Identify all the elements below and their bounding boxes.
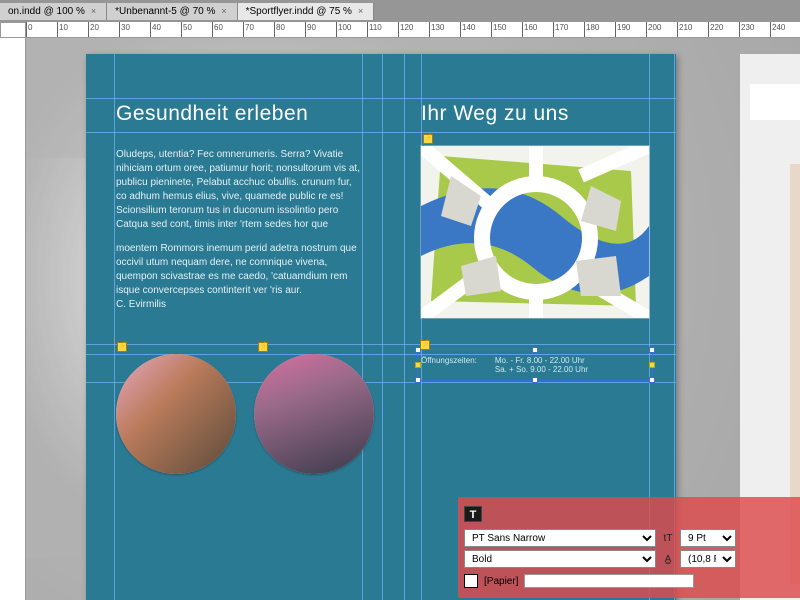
opening-lines: Mo. - Fr. 8.00 - 22.00 Uhr Sa. + So. 9.0… bbox=[495, 356, 588, 374]
leading-icon: A͇ bbox=[660, 551, 676, 567]
headline-left[interactable]: Gesundheit erleben bbox=[116, 102, 308, 126]
ruler-vertical[interactable] bbox=[0, 38, 26, 600]
body-sig: C. Evirmilis bbox=[116, 298, 362, 312]
tab-1[interactable]: on.indd @ 100 % × bbox=[0, 3, 107, 20]
opening-line-2: Sa. + So. 9.00 - 22.00 Uhr bbox=[495, 365, 588, 374]
font-size-icon: tT bbox=[660, 530, 676, 546]
tab-2[interactable]: *Unbenannt-5 @ 70 % × bbox=[107, 3, 237, 20]
link-badge-icon[interactable]: ⚡ bbox=[423, 134, 433, 144]
opening-times-frame[interactable]: Öffnungszeiten: Mo. - Fr. 8.00 - 22.00 U… bbox=[421, 356, 649, 374]
tab-label: *Unbenannt-5 @ 70 % bbox=[115, 6, 215, 17]
font-size-select[interactable]: 9 Pt bbox=[680, 529, 736, 547]
tab-label: on.indd @ 100 % bbox=[8, 6, 85, 17]
circle-image-1[interactable] bbox=[116, 354, 236, 474]
body-p2: moentem Rommors inemum perid adetra nost… bbox=[116, 242, 362, 298]
fill-swatch[interactable] bbox=[464, 574, 478, 588]
close-icon[interactable]: × bbox=[356, 6, 365, 16]
right-banner[interactable]: WIR MACH bbox=[750, 84, 800, 120]
font-family-select[interactable]: PT Sans Narrow bbox=[464, 529, 656, 547]
type-tool-icon-row: T bbox=[464, 505, 800, 523]
circle-image-2[interactable] bbox=[254, 354, 374, 474]
link-badge-icon[interactable]: ⚡ bbox=[117, 342, 127, 352]
close-icon[interactable]: × bbox=[89, 6, 98, 16]
map-graphic[interactable] bbox=[421, 146, 649, 318]
link-badge-icon[interactable]: ⚡ bbox=[420, 340, 430, 350]
type-tool-icon[interactable]: T bbox=[464, 506, 482, 522]
swatch-bar[interactable] bbox=[524, 574, 694, 588]
body-text[interactable]: Oludeps, utentia? Fec omnerumeris. Serra… bbox=[116, 148, 362, 312]
canvas[interactable]: Gesundheit erleben Ihr Weg zu uns Oludep… bbox=[26, 38, 800, 600]
headline-right[interactable]: Ihr Weg zu uns bbox=[421, 102, 569, 126]
link-badge-icon[interactable]: ⚡ bbox=[258, 342, 268, 352]
font-style-select[interactable]: Bold bbox=[464, 550, 656, 568]
tab-3[interactable]: *Sportflyer.indd @ 75 % × bbox=[238, 3, 375, 20]
opening-line-1: Mo. - Fr. 8.00 - 22.00 Uhr bbox=[495, 356, 588, 365]
body-p1: Oludeps, utentia? Fec omnerumeris. Serra… bbox=[116, 148, 362, 232]
document-tabs: on.indd @ 100 % × *Unbenannt-5 @ 70 % × *S… bbox=[0, 0, 800, 22]
swatch-row: [Papier] bbox=[464, 574, 800, 588]
close-icon[interactable]: × bbox=[219, 6, 228, 16]
type-tool-panel[interactable]: T PT Sans Narrow tT 9 Pt Bold A͇ (10,8 P… bbox=[458, 497, 800, 598]
opening-label: Öffnungszeiten: bbox=[421, 356, 477, 374]
ruler-origin[interactable] bbox=[0, 22, 26, 38]
swatch-label: [Papier] bbox=[484, 576, 518, 587]
ruler-horizontal[interactable]: 0102030405060708090100110120130140150160… bbox=[26, 22, 800, 38]
tab-label: *Sportflyer.indd @ 75 % bbox=[246, 6, 352, 17]
leading-select[interactable]: (10,8 Pt) bbox=[680, 550, 736, 568]
map-svg bbox=[421, 146, 649, 318]
